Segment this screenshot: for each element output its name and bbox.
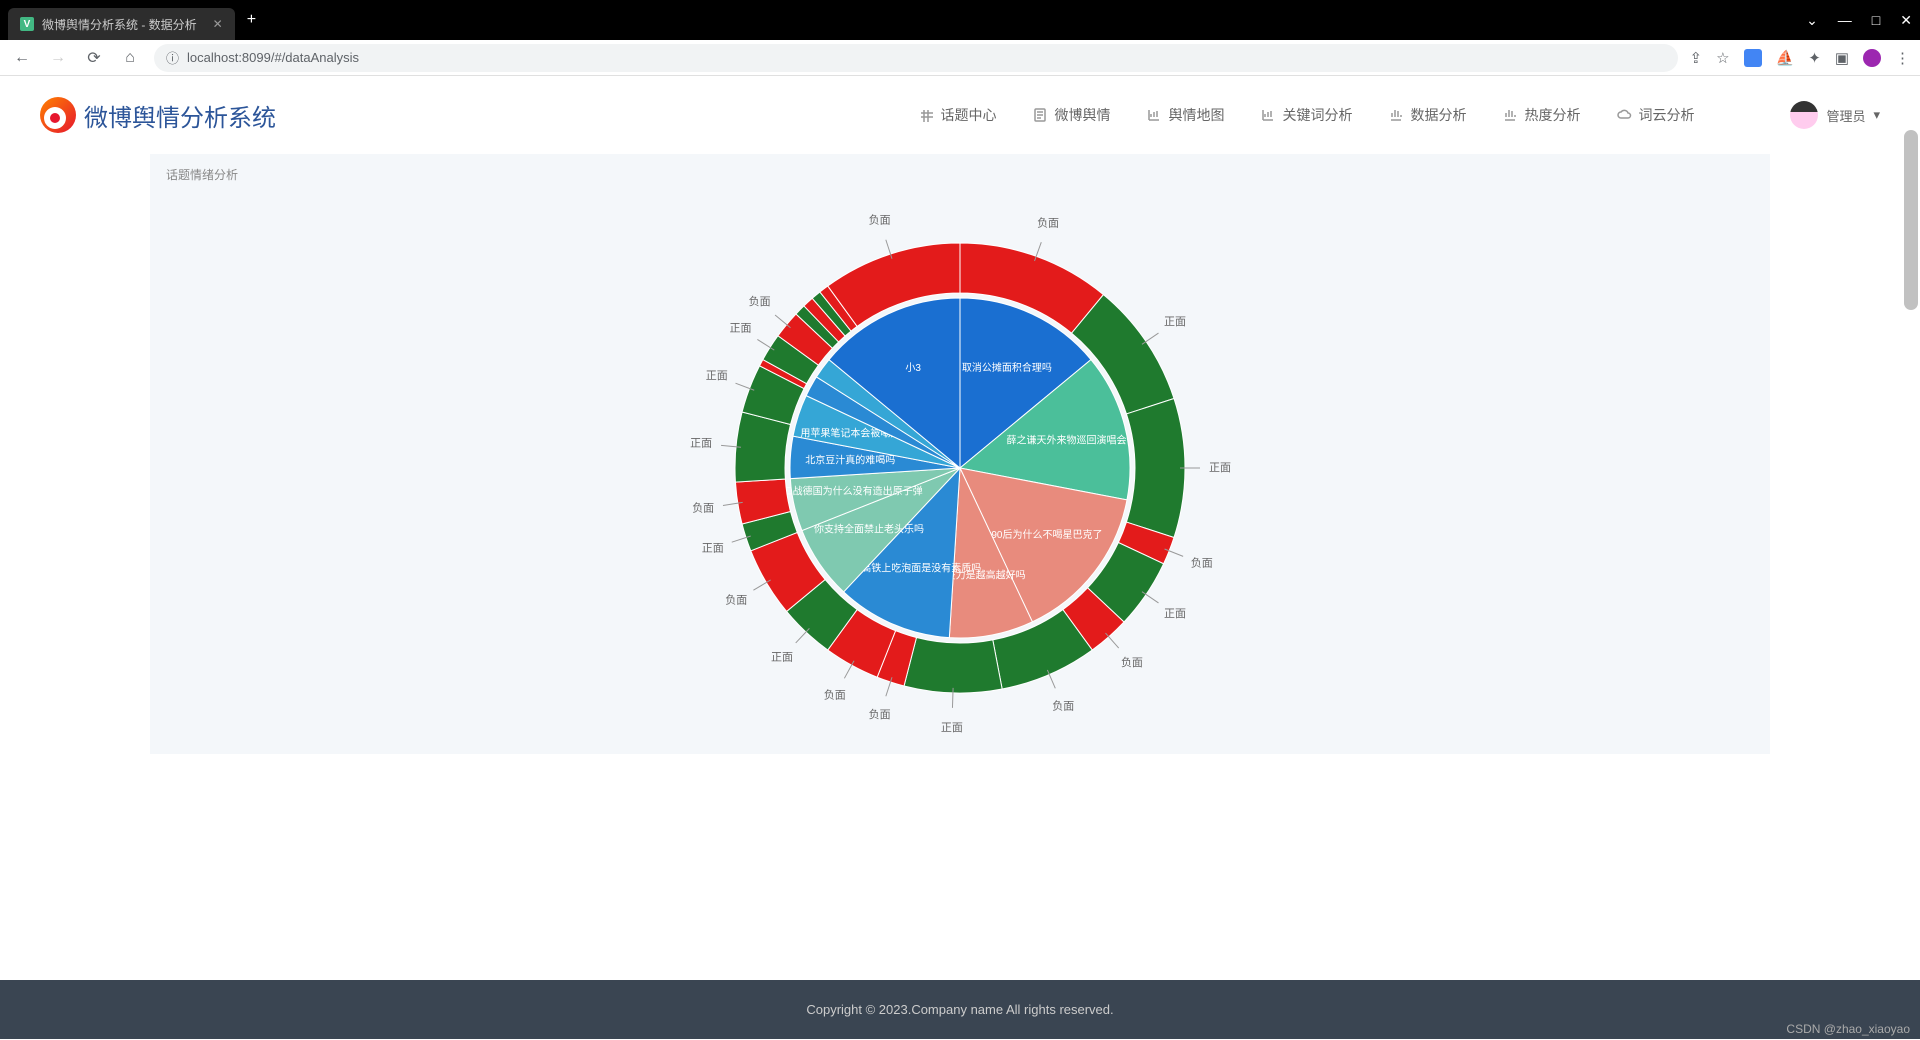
- svg-text:负面: 负面: [1052, 699, 1074, 713]
- svg-text:正面: 正面: [702, 542, 724, 554]
- svg-text:正面: 正面: [1164, 608, 1186, 620]
- url-text: localhost:8099/#/dataAnalysis: [187, 50, 359, 65]
- nav-label: 数据分析: [1410, 105, 1466, 125]
- svg-text:正面: 正面: [706, 370, 728, 382]
- new-tab-button[interactable]: +: [247, 11, 256, 29]
- svg-text:正面: 正面: [1209, 462, 1231, 474]
- nav-label: 舆情地图: [1168, 105, 1224, 125]
- address-bar[interactable]: ⓘ localhost:8099/#/dataAnalysis: [154, 44, 1678, 72]
- svg-text:二战德国为什么没有造出原子弹: 二战德国为什么没有造出原子弹: [783, 485, 923, 498]
- svg-text:90后为什么不喝星巴克了: 90后为什么不喝星巴克了: [991, 529, 1102, 541]
- window-close-button[interactable]: ✕: [1900, 12, 1912, 29]
- nested-pie-chart[interactable]: 取消公摊面积合理吗薛之谦天外来物巡回演唱会90后为什么不喝星巴克了免疫力是越高越…: [510, 183, 1410, 743]
- svg-text:负面: 负面: [1191, 556, 1213, 570]
- menu-icon[interactable]: ⋮: [1895, 49, 1910, 67]
- tab-favicon: V: [20, 17, 34, 31]
- svg-text:负面: 负面: [1121, 655, 1143, 669]
- app-name: 微博舆情分析系统: [84, 98, 276, 133]
- app-logo[interactable]: 微博舆情分析系统: [40, 97, 276, 133]
- svg-text:负面: 负面: [692, 501, 714, 515]
- nav-sentiment-map[interactable]: 舆情地图: [1146, 105, 1224, 125]
- chart-panel: 话题情绪分析 取消公摊面积合理吗薛之谦天外来物巡回演唱会 90后为什么不喝星巴克了…: [150, 154, 1770, 754]
- svg-text:正面: 正面: [690, 437, 712, 449]
- user-role: 管理员: [1826, 106, 1865, 125]
- scrollbar-thumb[interactable]: [1904, 130, 1918, 310]
- svg-text:负面: 负面: [869, 213, 891, 227]
- nav-topic-center[interactable]: 话题中心: [918, 105, 996, 125]
- app-header: 微博舆情分析系统 话题中心 微博舆情 舆情地图 关键词分析 数据分析 热度分析: [0, 76, 1920, 154]
- svg-text:正面: 正面: [729, 323, 751, 335]
- chart-icon: [1260, 107, 1276, 123]
- bars-icon: [1502, 107, 1518, 123]
- close-tab-icon[interactable]: ✕: [213, 17, 223, 31]
- site-info-icon[interactable]: ⓘ: [166, 48, 179, 67]
- forward-button: →: [46, 49, 70, 67]
- svg-text:正面: 正面: [771, 651, 793, 663]
- user-menu[interactable]: 管理员 ▾: [1790, 101, 1880, 129]
- nav-wordcloud[interactable]: 词云分析: [1616, 105, 1694, 125]
- svg-text:负面: 负面: [749, 294, 771, 308]
- chart-icon: [1146, 107, 1162, 123]
- nav-weibo-sentiment[interactable]: 微博舆情: [1032, 105, 1110, 125]
- cloud-icon: [1616, 107, 1632, 123]
- home-button[interactable]: ⌂: [118, 49, 142, 67]
- page-footer: Copyright © 2023.Company name All rights…: [0, 980, 1920, 1039]
- hash-icon: [918, 107, 934, 123]
- chevron-down-icon[interactable]: ⌄: [1806, 12, 1818, 29]
- document-icon: [1032, 107, 1048, 123]
- browser-toolbar: ← → ⟳ ⌂ ⓘ localhost:8099/#/dataAnalysis …: [0, 40, 1920, 76]
- extension-icon[interactable]: [1744, 49, 1762, 67]
- nav-label: 话题中心: [940, 105, 996, 125]
- nav-data-analysis[interactable]: 数据分析: [1388, 105, 1466, 125]
- window-minimize-button[interactable]: —: [1838, 12, 1852, 29]
- svg-text:正面: 正面: [941, 722, 963, 734]
- nav-label: 热度分析: [1524, 105, 1580, 125]
- share-icon[interactable]: ⇪: [1690, 49, 1703, 67]
- svg-text:负面: 负面: [1037, 215, 1059, 229]
- panel-icon[interactable]: ▣: [1835, 49, 1849, 67]
- chevron-down-icon: ▾: [1873, 107, 1880, 123]
- extensions-icon[interactable]: ✦: [1808, 49, 1821, 67]
- watermark: CSDN @zhao_xiaoyao: [1786, 1022, 1910, 1036]
- bookmark-icon[interactable]: ☆: [1716, 49, 1729, 67]
- weibo-logo-icon: [40, 97, 76, 133]
- window-titlebar: V 微博舆情分析系统 - 数据分析 ✕ + ⌄ — □ ✕: [0, 0, 1920, 40]
- window-maximize-button[interactable]: □: [1872, 12, 1880, 29]
- extension-icon[interactable]: ⛵: [1776, 49, 1795, 67]
- main-nav: 话题中心 微博舆情 舆情地图 关键词分析 数据分析 热度分析 词云分析 管理员: [918, 101, 1880, 129]
- svg-text:正面: 正面: [1164, 316, 1186, 328]
- back-button[interactable]: ←: [10, 49, 34, 67]
- tab-title: 微博舆情分析系统 - 数据分析: [42, 16, 197, 33]
- nav-label: 关键词分析: [1282, 105, 1352, 125]
- svg-text:负面: 负面: [725, 592, 747, 606]
- svg-text:取消公摊面积合理吗: 取消公摊面积合理吗: [962, 361, 1052, 374]
- nav-label: 微博舆情: [1054, 105, 1110, 125]
- profile-avatar[interactable]: [1863, 49, 1881, 67]
- svg-text:小3: 小3: [905, 362, 921, 374]
- svg-text:北京豆汁真的难喝吗: 北京豆汁真的难喝吗: [805, 454, 895, 467]
- user-avatar: [1790, 101, 1818, 129]
- nav-heat-analysis[interactable]: 热度分析: [1502, 105, 1580, 125]
- main-content: 话题情绪分析 取消公摊面积合理吗薛之谦天外来物巡回演唱会 90后为什么不喝星巴克了…: [0, 154, 1920, 980]
- reload-button[interactable]: ⟳: [82, 48, 106, 68]
- browser-tab[interactable]: V 微博舆情分析系统 - 数据分析 ✕: [8, 8, 235, 40]
- chart-title: 话题情绪分析: [166, 166, 1754, 183]
- svg-text:负面: 负面: [824, 688, 846, 702]
- svg-text:负面: 负面: [869, 707, 891, 721]
- svg-text:薛之谦天外来物巡回演唱会: 薛之谦天外来物巡回演唱会: [1007, 433, 1127, 446]
- bars-icon: [1388, 107, 1404, 123]
- nav-keyword-analysis[interactable]: 关键词分析: [1260, 105, 1352, 125]
- nav-label: 词云分析: [1638, 105, 1694, 125]
- svg-text:你支持全面禁止老头乐吗: 你支持全面禁止老头乐吗: [814, 522, 924, 535]
- copyright-text: Copyright © 2023.Company name All rights…: [806, 1002, 1113, 1017]
